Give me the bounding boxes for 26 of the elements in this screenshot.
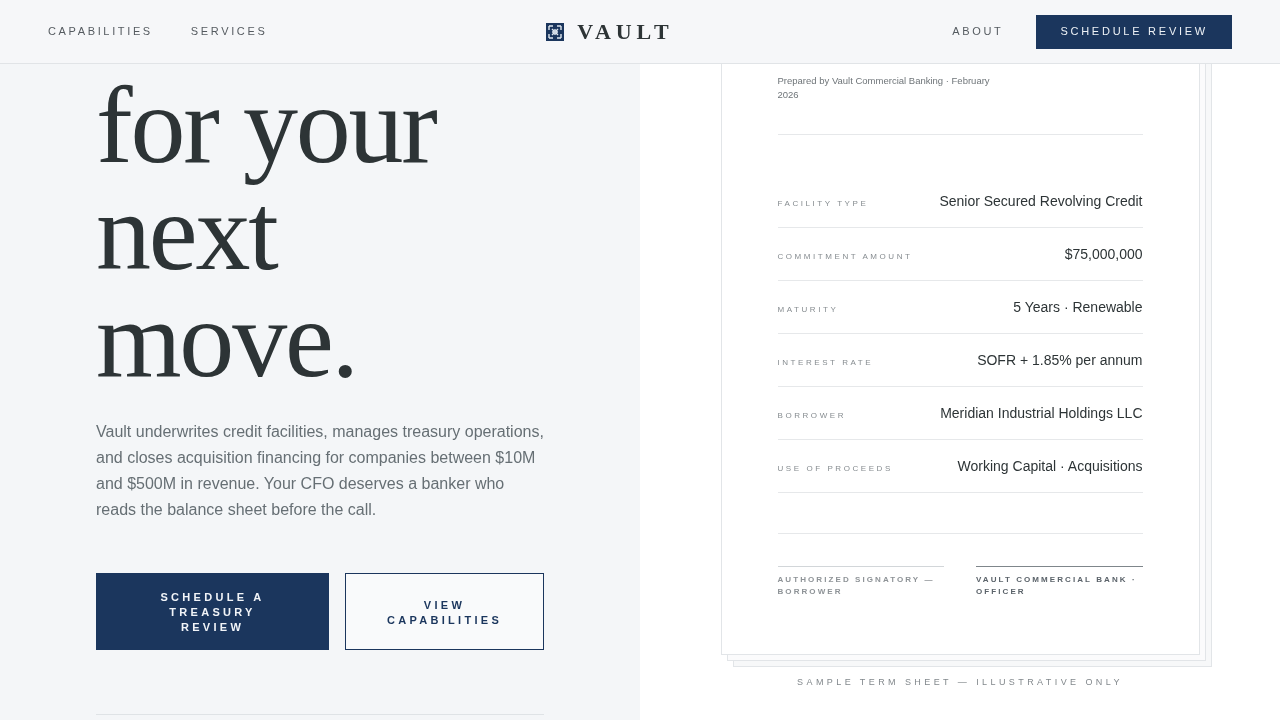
term-value: SOFR + 1.85% per annum (977, 351, 1143, 370)
term-label: INTEREST RATE (777, 357, 874, 369)
term-label: MATURITY (777, 304, 839, 316)
term-label: FACILITY TYPE (777, 198, 869, 210)
brand-link[interactable]: VAULT (546, 15, 674, 48)
nav-link[interactable]: SERVICES (190, 23, 268, 40)
primary-button[interactable]: SCHEDULE A TREASURY REVIEW (96, 573, 329, 650)
term-value: Meridian Industrial Holdings LLC (940, 404, 1143, 423)
term-sheet-caption: SAMPLE TERM SHEET — ILLUSTRATIVE ONLY (797, 676, 1123, 689)
term-value: $75,000,000 (1064, 245, 1143, 264)
logo-icon (546, 22, 565, 41)
term-value: Working Capital · Acquisitions (957, 457, 1143, 476)
schedule-review-button[interactable]: SCHEDULE REVIEW (1036, 14, 1232, 49)
term-label: BORROWER (777, 410, 846, 422)
outline-button[interactable]: VIEW CAPABILITIES (345, 573, 544, 650)
signature-line: AUTHORIZED SIGNATORY — BORROWER (777, 566, 944, 598)
term-value: Senior Secured Revolving Credit (939, 192, 1143, 211)
term-label: USE OF PROCEEDS (777, 463, 893, 475)
term-value: 5 Years · Renewable (1013, 298, 1143, 317)
term-label: COMMITMENT AMOUNT (777, 251, 913, 263)
signature-line: VAULT COMMERCIAL BANK · OFFICER (976, 566, 1143, 598)
prepared-by-text: Prepared by Vault Commercial Banking · February 2026 (777, 74, 991, 102)
nav-link[interactable]: ABOUT (952, 23, 1004, 40)
hero-heading: for your next move. (96, 72, 438, 393)
hero-description: Vault underwrites credit facilities, manages treasury operations, and closes acquisition financing for companies between $10M and $500M in revenue. Your CFO deserves a banker who reads the balance sheet before the call. (96, 422, 544, 520)
nav-link[interactable]: CAPABILITIES (48, 23, 153, 40)
